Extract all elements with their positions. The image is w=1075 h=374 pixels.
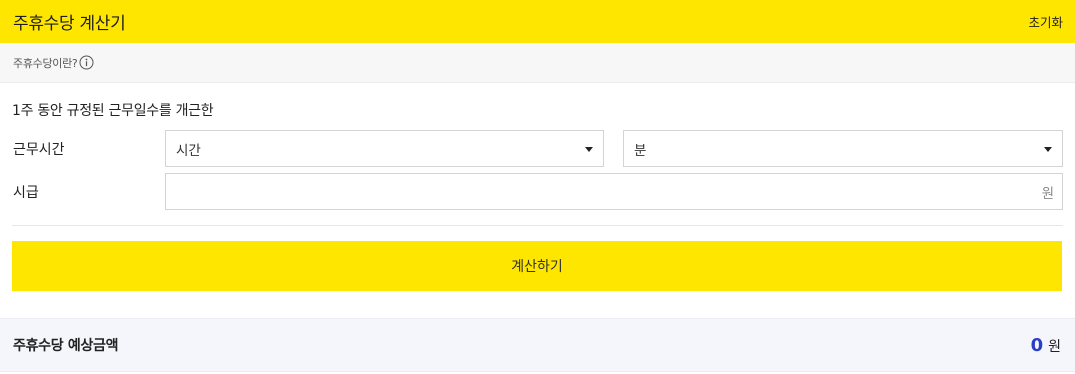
hourly-wage-row: 시급 원 [12,173,1063,210]
calculator-form: 1주 동안 규정된 근무일수를 개근한 근무시간 시간 분 시급 원 계산하기 [0,100,1075,291]
result-panel: 주휴수당 예상금액 0 원 [0,318,1075,372]
calculate-button[interactable]: 계산하기 [12,241,1062,291]
hours-select[interactable]: 시간 [165,130,604,167]
hourly-wage-input[interactable] [166,174,1042,209]
info-link[interactable]: 주휴수당이란? [13,55,94,71]
reset-button[interactable]: 초기화 [1028,12,1063,31]
minutes-select[interactable]: 분 [623,130,1063,167]
page-title: 주휴수당 계산기 [13,14,126,34]
minutes-select-value: 분 [634,142,647,159]
work-hours-label: 근무시간 [13,141,65,158]
info-circle-icon[interactable] [79,55,94,70]
info-link-label: 주휴수당이란? [13,56,78,70]
hourly-wage-label: 시급 [13,184,39,201]
result-amount: 0 [1030,334,1044,356]
chevron-down-icon [1044,146,1052,152]
hours-select-value: 시간 [176,142,201,159]
wage-unit-label: 원 [1041,185,1054,202]
result-label: 주휴수당 예상금액 [13,338,119,354]
chevron-down-icon [585,146,593,152]
hourly-wage-field: 원 [165,173,1063,210]
info-bar: 주휴수당이란? [0,43,1075,83]
form-description: 1주 동안 규정된 근무일수를 개근한 [12,103,214,119]
work-hours-row: 근무시간 시간 분 [12,130,1063,167]
result-unit: 원 [1048,338,1061,355]
app-header: 주휴수당 계산기 초기화 [0,0,1075,43]
divider [12,225,1063,226]
result-value: 0 원 [1031,335,1061,356]
